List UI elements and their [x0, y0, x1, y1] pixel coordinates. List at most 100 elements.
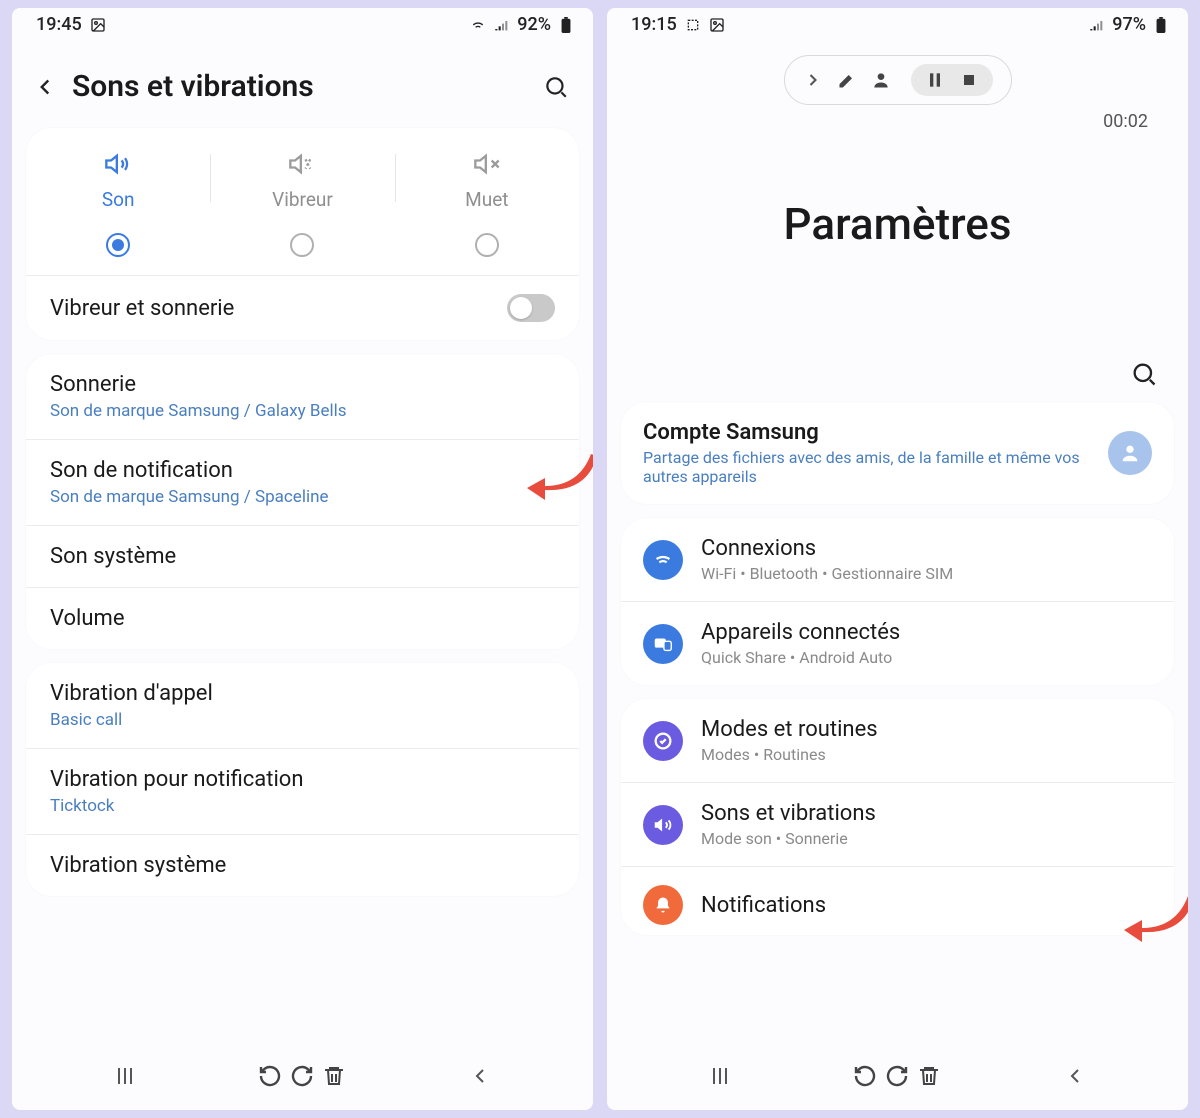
vibrate-ring-toggle[interactable]: [507, 294, 555, 322]
picture-icon: [90, 17, 106, 33]
connections-row[interactable]: Connexions Wi-Fi • Bluetooth • Gestionna…: [621, 518, 1174, 601]
devices-title: Appareils connectés: [701, 620, 900, 645]
trash-icon[interactable]: [917, 1064, 941, 1088]
page-header: Sons et vibrations: [12, 39, 593, 128]
search-icon[interactable]: [543, 74, 569, 100]
modes-sub: Modes • Routines: [701, 745, 878, 764]
modes-row[interactable]: Modes et routines Modes • Routines: [621, 699, 1174, 782]
sounds-sub: Mode son • Sonnerie: [701, 829, 876, 848]
phone-left: 19:45 92% Sons et vibrations Son Vibreur: [12, 8, 593, 1110]
recents-icon[interactable]: [113, 1064, 137, 1088]
person-icon: [1119, 442, 1141, 464]
vib-system-row[interactable]: Vibration système: [26, 834, 579, 896]
account-sub: Partage des fichiers avec des amis, de l…: [643, 448, 1090, 486]
vib-system-title: Vibration système: [50, 853, 226, 878]
devices-sub: Quick Share • Android Auto: [701, 648, 900, 667]
search-icon[interactable]: [1130, 360, 1158, 388]
vib-call-sub: Basic call: [50, 710, 213, 730]
ringtone-sub: Son de marque Samsung / Galaxy Bells: [50, 401, 347, 421]
mode-vibrate[interactable]: Vibreur: [210, 150, 394, 257]
back-nav-icon[interactable]: [1063, 1064, 1087, 1088]
mode-vibrate-label: Vibreur: [272, 188, 333, 211]
notif-row[interactable]: Son de notification Son de marque Samsun…: [26, 439, 579, 525]
page-title: Sons et vibrations: [72, 69, 543, 104]
notifs-row[interactable]: Notifications: [621, 866, 1174, 935]
nav-bar: [12, 1050, 593, 1110]
mode-sound[interactable]: Son: [26, 150, 210, 257]
status-time: 19:45: [36, 14, 82, 35]
account-title: Compte Samsung: [643, 420, 1090, 445]
mode-sound-radio[interactable]: [106, 233, 130, 257]
notif-title: Son de notification: [50, 458, 328, 483]
nav-bar: [607, 1050, 1188, 1110]
connections-card: Connexions Wi-Fi • Bluetooth • Gestionna…: [621, 518, 1174, 685]
devices-row[interactable]: Appareils connectés Quick Share • Androi…: [621, 601, 1174, 685]
modes-icon: [643, 721, 683, 761]
ringtone-title: Sonnerie: [50, 372, 347, 397]
mode-mute-radio[interactable]: [475, 233, 499, 257]
annotation-arrow-icon: [1118, 884, 1188, 944]
account-card[interactable]: Compte Samsung Partage des fichiers avec…: [621, 402, 1174, 504]
record-time: 00:02: [607, 111, 1188, 132]
devices-icon: [643, 624, 683, 664]
picture-icon: [709, 17, 725, 33]
status-battery: 97%: [1112, 14, 1146, 35]
person-icon[interactable]: [871, 70, 891, 90]
sound-icon: [103, 150, 133, 178]
pause-icon[interactable]: [925, 70, 945, 90]
pencil-icon[interactable]: [837, 70, 857, 90]
redo-icon[interactable]: [885, 1064, 909, 1088]
trash-icon[interactable]: [322, 1064, 346, 1088]
status-bar: 19:15 97%: [607, 8, 1188, 39]
status-time: 19:15: [631, 14, 677, 35]
screen-record-icon: [685, 17, 701, 33]
avatar: [1108, 431, 1152, 475]
chevron-right-icon[interactable]: [803, 70, 823, 90]
back-nav-icon[interactable]: [468, 1064, 492, 1088]
vibration-list-card: Vibration d'appel Basic call Vibration p…: [26, 663, 579, 896]
sound-mode-card: Son Vibreur Muet Vibreur et sonnerie: [26, 128, 579, 340]
sound-icon: [643, 805, 683, 845]
recents-icon[interactable]: [708, 1064, 732, 1088]
mute-icon: [472, 150, 502, 178]
volume-title: Volume: [50, 606, 125, 631]
signal-icon: [1088, 17, 1106, 33]
mode-vibrate-radio[interactable]: [290, 233, 314, 257]
vib-call-row[interactable]: Vibration d'appel Basic call: [26, 663, 579, 748]
mode-sound-label: Son: [102, 188, 135, 211]
annotation-arrow-icon: [521, 442, 593, 502]
status-bar: 19:45 92%: [12, 8, 593, 39]
connections-sub: Wi-Fi • Bluetooth • Gestionnaire SIM: [701, 564, 953, 583]
undo-icon[interactable]: [853, 1064, 877, 1088]
stop-icon[interactable]: [959, 70, 979, 90]
modes-card: Modes et routines Modes • Routines Sons …: [621, 699, 1174, 935]
undo-icon[interactable]: [258, 1064, 282, 1088]
mode-mute[interactable]: Muet: [395, 150, 579, 257]
back-icon[interactable]: [32, 74, 58, 100]
vibrate-ring-row[interactable]: Vibreur et sonnerie: [26, 276, 579, 340]
vib-call-title: Vibration d'appel: [50, 681, 213, 706]
vib-notif-title: Vibration pour notification: [50, 767, 304, 792]
battery-icon: [1152, 17, 1170, 33]
page-title: Paramètres: [607, 198, 1188, 250]
redo-icon[interactable]: [290, 1064, 314, 1088]
signal-icon: [493, 17, 511, 33]
ringtone-row[interactable]: Sonnerie Son de marque Samsung / Galaxy …: [26, 354, 579, 439]
bell-icon: [643, 885, 683, 925]
phone-right: 19:15 97% 00:02 Paramètres Compte Samsun…: [607, 8, 1188, 1110]
volume-row[interactable]: Volume: [26, 587, 579, 649]
vibrate-icon: [287, 150, 317, 178]
sounds-title: Sons et vibrations: [701, 801, 876, 826]
wifi-icon: [469, 17, 487, 33]
sounds-row[interactable]: Sons et vibrations Mode son • Sonnerie: [621, 782, 1174, 866]
system-sound-row[interactable]: Son système: [26, 525, 579, 587]
connections-title: Connexions: [701, 536, 953, 561]
notifs-title: Notifications: [701, 893, 826, 918]
vibrate-ring-label: Vibreur et sonnerie: [50, 296, 234, 321]
system-sound-title: Son système: [50, 544, 176, 569]
battery-icon: [557, 17, 575, 33]
record-toolbar: [784, 55, 1012, 105]
mode-mute-label: Muet: [465, 188, 508, 211]
vib-notif-row[interactable]: Vibration pour notification Ticktock: [26, 748, 579, 834]
notif-sub: Son de marque Samsung / Spaceline: [50, 487, 328, 507]
